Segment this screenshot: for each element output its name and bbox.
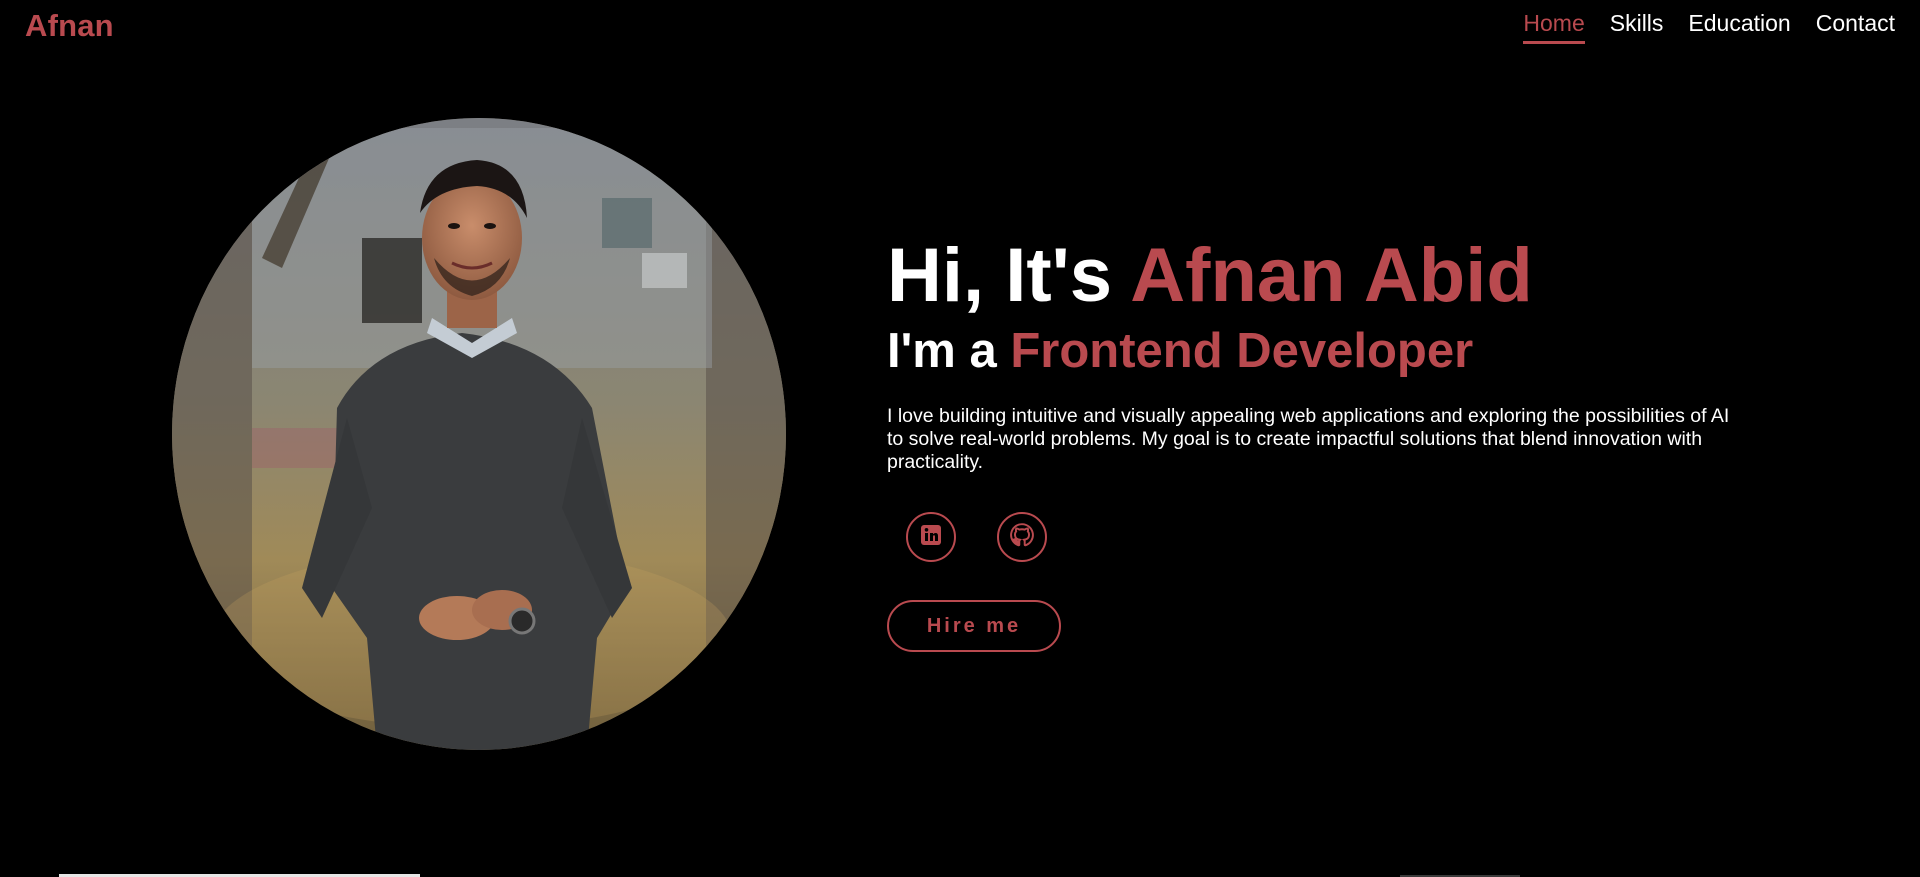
nav-item-home: Home: [1523, 10, 1585, 44]
nav-link-home[interactable]: Home: [1523, 10, 1585, 44]
greeting-prefix: Hi, It's: [887, 233, 1131, 318]
hero-description: I love building intuitive and visually a…: [887, 405, 1730, 473]
nav-links: Home Skills Education Contact: [1523, 10, 1895, 44]
nav-item-skills: Skills: [1610, 10, 1664, 44]
linkedin-icon: [919, 523, 943, 552]
profile-photo-illustration: [172, 118, 786, 750]
nav-item-education: Education: [1688, 10, 1790, 44]
hire-me-button[interactable]: Hire me: [887, 600, 1061, 652]
logo-link[interactable]: Afnan: [25, 8, 114, 44]
nav-link-skills[interactable]: Skills: [1610, 10, 1664, 41]
hero-title: Hi, It's Afnan Abid: [887, 232, 1737, 320]
hero-name: Afnan Abid: [1130, 233, 1533, 318]
github-button[interactable]: [997, 512, 1047, 562]
role-prefix: I'm a: [887, 324, 1011, 378]
linkedin-button[interactable]: [906, 512, 956, 562]
social-links: [906, 512, 1737, 562]
role-title: Frontend Developer: [1010, 324, 1474, 378]
github-icon: [1009, 522, 1035, 553]
hero-section: Hi, It's Afnan Abid I'm a Frontend Devel…: [887, 232, 1737, 652]
nav-link-education[interactable]: Education: [1688, 10, 1790, 41]
navbar: Afnan Home Skills Education Contact: [0, 0, 1920, 60]
hero-role: I'm a Frontend Developer: [887, 323, 1737, 379]
nav-item-contact: Contact: [1816, 10, 1895, 44]
nav-link-contact[interactable]: Contact: [1816, 10, 1895, 41]
profile-photo: [172, 118, 786, 750]
